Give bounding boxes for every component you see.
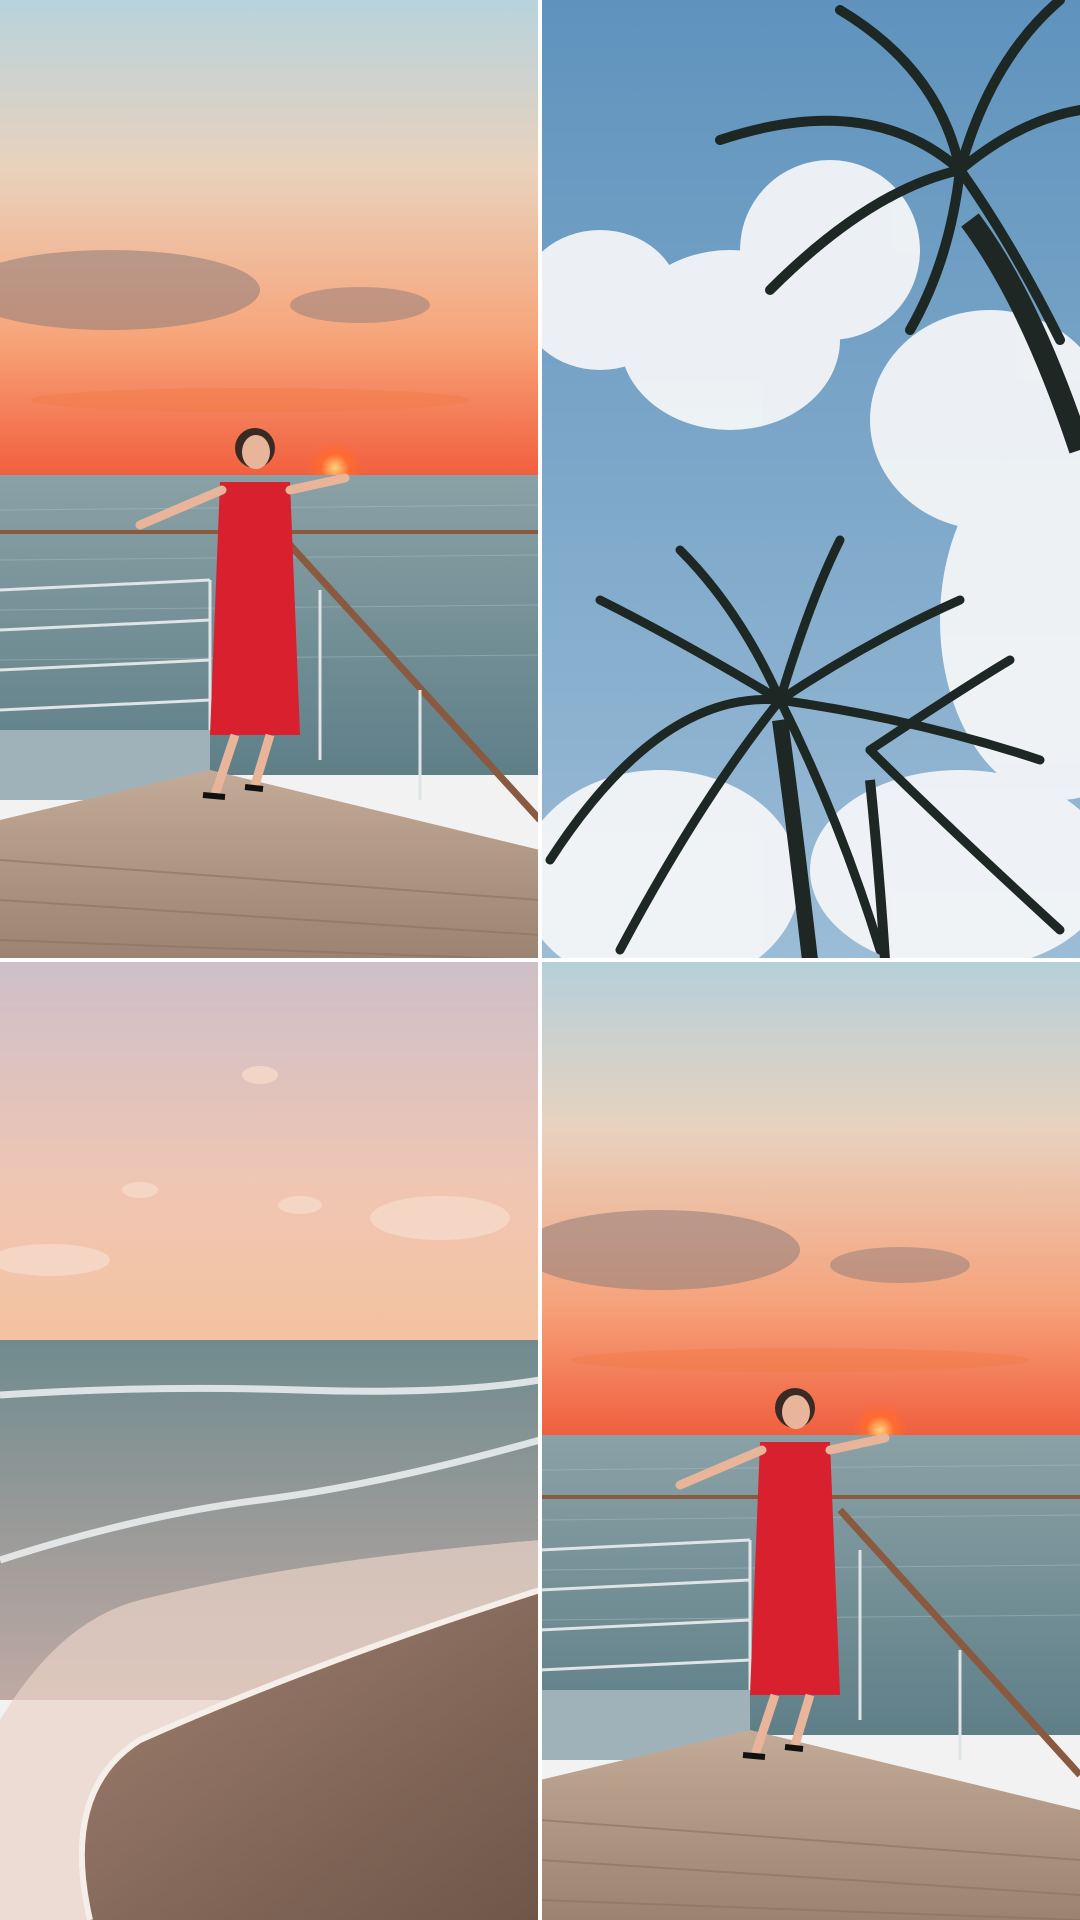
palm-trees-scene [540,0,1080,960]
photo-woman-sunset-deck [0,0,540,960]
sunset-deck-scene [0,0,540,960]
photo-palm-trees-sky [540,0,1080,960]
sunset-deck-scene-2 [540,960,1080,1920]
photo-beach-waves [0,960,540,1920]
photo-collage [0,0,1080,1920]
beach-scene [0,960,540,1920]
photo-woman-sunset-deck-repeat [540,960,1080,1920]
grid-divider-horizontal [0,958,1080,962]
